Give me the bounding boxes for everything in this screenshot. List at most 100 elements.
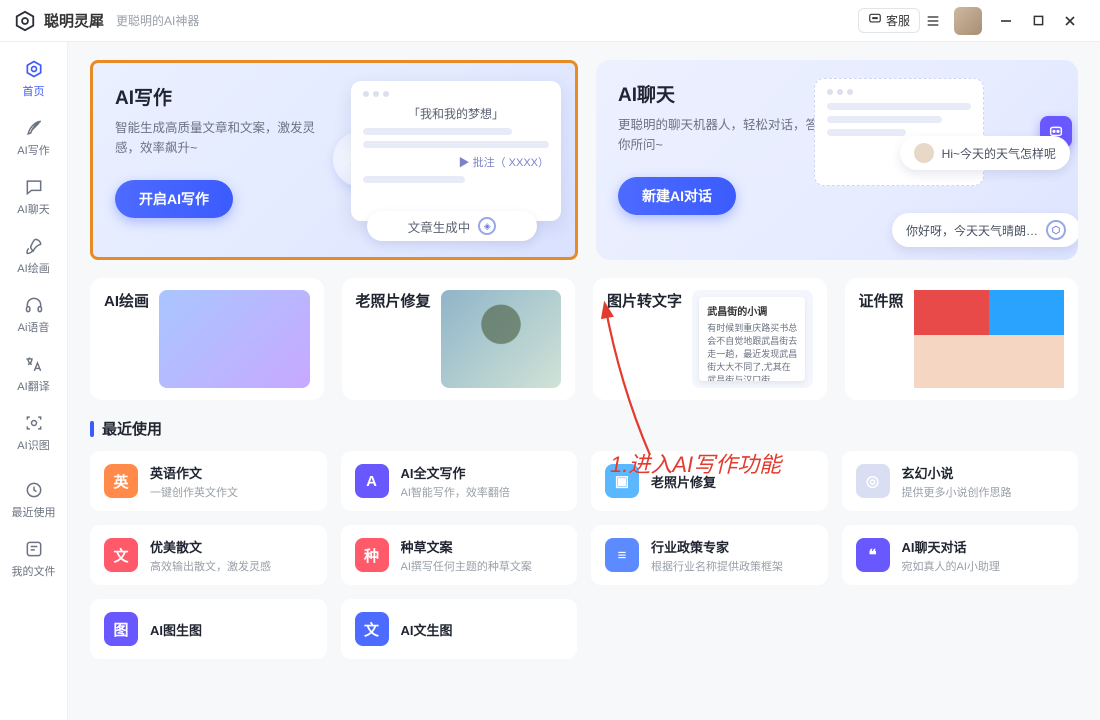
hero-card-chat[interactable]: AI聊天 更聪明的聊天机器人，轻松对话，答你所问~ 新建AI对话 Hi~今天的天… [596, 60, 1078, 260]
recent-card[interactable]: ≡ 行业政策专家 根据行业名称提供政策框架 [591, 525, 828, 585]
chat-bubble-icon [868, 12, 882, 29]
feature-tiles-row: AI绘画 老照片修复 图片转文字 武昌街的小调 有时候到重庆路买书总会不自觉地跟… [90, 278, 1078, 400]
folder-icon [23, 538, 45, 560]
recent-card[interactable]: 文 优美散文 高效输出散文，激发灵感 [90, 525, 327, 585]
recent-card-icon: ◎ [856, 464, 890, 498]
sidebar-item-files[interactable]: 我的文件 [6, 530, 62, 587]
sidebar-item-recent[interactable]: 最近使用 [6, 471, 62, 528]
recent-card[interactable]: 种 种草文案 AI撰写任何主题的种草文案 [341, 525, 578, 585]
section-accent-bar [90, 421, 94, 437]
recent-card-icon: ▣ [605, 464, 639, 498]
sidebar-item-draw[interactable]: AI绘画 [6, 227, 62, 284]
sidebar-item-chat[interactable]: AI聊天 [6, 168, 62, 225]
hero-write-desc: 智能生成高质量文章和文案，激发灵感，效率飙升~ [115, 118, 325, 158]
headphones-icon [23, 294, 45, 316]
recent-card-icon: 种 [355, 538, 389, 572]
recent-card-icon: 英 [104, 464, 138, 498]
tile-thumbnail [159, 290, 309, 388]
sidebar-item-label: AI绘画 [17, 260, 49, 276]
hero-write-illustration: AI 「我和我的梦想」 ▶ 批注（ XXXX） 文章生成中 ◈ [341, 81, 561, 241]
mini-logo-icon [1046, 220, 1066, 240]
tile-photo-restore[interactable]: 老照片修复 [342, 278, 576, 400]
sidebar-item-label: 最近使用 [12, 504, 56, 520]
paintbrush-icon [23, 235, 45, 257]
recent-card-title: AI全文写作 [401, 463, 510, 482]
recent-card-title: 种草文案 [401, 537, 532, 556]
mini-logo-icon: ◈ [478, 217, 496, 235]
recent-card[interactable]: A AI全文写作 AI智能写作，效率翻倍 [341, 451, 578, 511]
sidebar-item-write[interactable]: AI写作 [6, 109, 62, 166]
support-button[interactable]: 客服 [858, 8, 920, 33]
tile-title: 老照片修复 [356, 290, 431, 311]
section-title: 最近使用 [102, 418, 162, 439]
sidebar-item-translate[interactable]: AI翻译 [6, 345, 62, 402]
recent-card-icon: ≡ [605, 538, 639, 572]
recent-card-title: 英语作文 [150, 463, 238, 482]
recent-card-subtitle: AI智能写作，效率翻倍 [401, 484, 510, 500]
recent-card-title: 玄幻小说 [902, 463, 1012, 482]
recent-card[interactable]: 文 AI文生图 [341, 599, 578, 659]
recent-card[interactable]: ▣ 老照片修复 [591, 451, 828, 511]
window-maximize-button[interactable] [1022, 6, 1054, 36]
recent-card-title: AI图生图 [150, 620, 202, 639]
recent-grid: 英 英语作文 一键创作英文作文 A AI全文写作 AI智能写作，效率翻倍 ▣ 老… [90, 451, 1078, 659]
recent-card[interactable]: ◎ 玄幻小说 提供更多小说创作思路 [842, 451, 1079, 511]
recent-card-subtitle: 根据行业名称提供政策框架 [651, 558, 783, 574]
user-avatar[interactable] [954, 7, 982, 35]
recent-card[interactable]: 图 AI图生图 [90, 599, 327, 659]
recent-card-title: 老照片修复 [651, 472, 716, 491]
illus-doc-title: 「我和我的梦想」 [363, 105, 549, 122]
recent-card-icon: A [355, 464, 389, 498]
illus-note: ▶ 批注（ XXXX） [363, 154, 549, 170]
menu-button[interactable] [920, 8, 946, 34]
generation-status: 文章生成中 ◈ [367, 211, 537, 241]
ocr-sample-title: 武昌街的小调 [707, 303, 797, 318]
start-ai-write-button[interactable]: 开启AI写作 [115, 180, 233, 218]
sidebar-item-label: Ai语音 [18, 319, 50, 335]
sidebar-item-label: AI翻译 [17, 378, 49, 394]
recent-card-title: 行业政策专家 [651, 537, 783, 556]
tile-title: 图片转文字 [607, 290, 682, 311]
recent-card[interactable]: ❝ AI聊天对话 宛如真人的AI小助理 [842, 525, 1079, 585]
window-minimize-button[interactable] [990, 6, 1022, 36]
bubble-text: 你好呀，今天天气晴朗… [906, 222, 1038, 239]
tile-id-photo[interactable]: 证件照 [845, 278, 1079, 400]
recent-card-icon: 文 [355, 612, 389, 646]
bubble-text: Hi~今天的天气怎样呢 [942, 145, 1056, 162]
history-icon [23, 479, 45, 501]
chat-icon [23, 176, 45, 198]
sidebar-item-voice[interactable]: Ai语音 [6, 286, 62, 343]
hero-card-write[interactable]: AI写作 智能生成高质量文章和文案，激发灵感，效率飙升~ 开启AI写作 AI 「… [90, 60, 578, 260]
recent-card-subtitle: 提供更多小说创作思路 [902, 484, 1012, 500]
hero-chat-desc: 更聪明的聊天机器人，轻松对话，答你所问~ [618, 115, 828, 155]
window-close-button[interactable] [1054, 6, 1086, 36]
sidebar-item-label: 首页 [23, 83, 45, 99]
sidebar-item-label: AI识图 [17, 437, 49, 453]
bubble-avatar-icon [914, 143, 934, 163]
sidebar-item-home[interactable]: 首页 [6, 50, 62, 107]
tile-thumbnail [441, 290, 561, 388]
recent-card-title: 优美散文 [150, 537, 271, 556]
recent-card-subtitle: 宛如真人的AI小助理 [902, 558, 1000, 574]
hexagon-icon [23, 58, 45, 80]
recent-card-icon: 图 [104, 612, 138, 646]
hero-chat-illustration: Hi~今天的天气怎样呢 你好呀，今天天气晴朗… [814, 78, 1064, 243]
app-logo-icon [14, 10, 36, 32]
app-name: 聪明灵犀 [44, 10, 104, 31]
app-tagline: 更聪明的AI神器 [116, 12, 199, 29]
tile-thumbnail [914, 290, 1064, 388]
chat-sample-bubble-2: 你好呀，今天天气晴朗… [892, 213, 1078, 247]
support-label: 客服 [886, 12, 910, 29]
recent-card-icon: 文 [104, 538, 138, 572]
tile-title: AI绘画 [104, 290, 149, 311]
tile-ocr[interactable]: 图片转文字 武昌街的小调 有时候到重庆路买书总会不自觉地跟武昌街去走一趟，最近发… [593, 278, 827, 400]
tile-thumbnail: 武昌街的小调 有时候到重庆路买书总会不自觉地跟武昌街去走一趟，最近发现武昌街大大… [692, 290, 812, 388]
recent-card-subtitle: 一键创作英文作文 [150, 484, 238, 500]
tile-ai-draw[interactable]: AI绘画 [90, 278, 324, 400]
scan-icon [23, 412, 45, 434]
recent-card[interactable]: 英 英语作文 一键创作英文作文 [90, 451, 327, 511]
sidebar-item-label: AI聊天 [17, 201, 49, 217]
tile-title: 证件照 [859, 290, 904, 311]
sidebar-item-ocr[interactable]: AI识图 [6, 404, 62, 461]
new-ai-chat-button[interactable]: 新建AI对话 [618, 177, 736, 215]
